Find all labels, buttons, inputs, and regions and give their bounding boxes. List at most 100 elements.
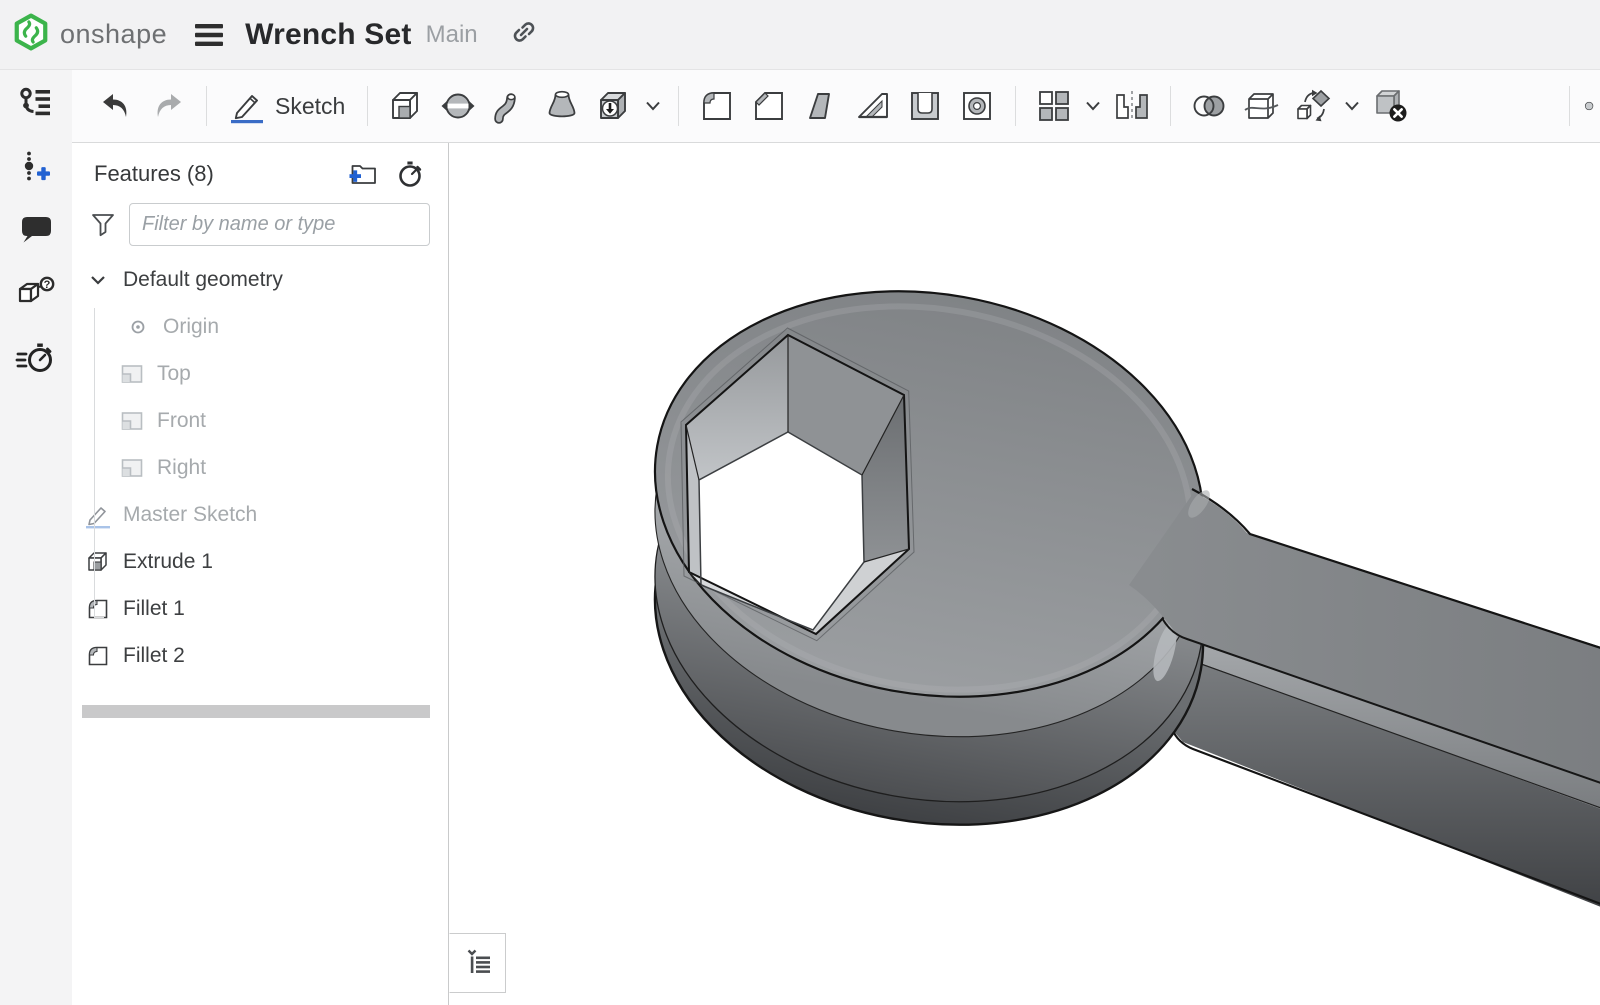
shell-button[interactable] [905,86,945,126]
learning-tab[interactable]: ? [14,273,58,315]
left-sidebar: ? [0,70,72,1005]
fillet-icon [84,643,112,669]
pattern-dropdown-button[interactable] [1082,86,1104,126]
tree-item-fillet-2[interactable]: Fillet 2 [72,632,448,679]
sweep-button[interactable] [490,86,530,126]
toolbar-separator [1569,86,1570,126]
delete-part-button[interactable] [1371,86,1411,126]
chevron-down-icon [645,100,661,112]
boss-dropdown-button[interactable] [642,86,664,126]
filter-input[interactable] [129,203,430,246]
draft-button[interactable] [801,86,841,126]
tree-item-default-geometry[interactable]: Default geometry [72,256,448,303]
linear-pattern-icon [1034,86,1074,126]
import-derived-button[interactable] [594,86,634,126]
fillet-button[interactable] [697,86,737,126]
sketch-button[interactable]: Sketch [229,88,345,124]
svg-text:?: ? [44,279,51,291]
extrude-icon [84,549,112,575]
shell-icon [905,86,945,126]
workspace-branch[interactable]: Main [426,21,478,49]
mirror-button[interactable] [1112,86,1152,126]
split-button[interactable] [1241,86,1281,126]
revolve-icon [438,86,478,126]
toolbar-separator [678,86,679,126]
derived-part-icon [594,86,634,126]
chamfer-button[interactable] [749,86,789,126]
features-panel-header: Features (8) [72,143,448,197]
tree-item-label: Fillet 2 [123,644,185,668]
chevron-down-icon [84,270,112,290]
rib-icon [853,86,893,126]
sketch-icon [84,501,112,529]
workarea: Features (8) [72,143,1600,1005]
tree-item-label: Fillet 1 [123,597,185,621]
feature-toolbar: Sketch [72,70,1600,143]
cube-question-icon: ? [14,273,58,315]
filter-button[interactable] [86,210,120,240]
chamfer-icon [749,86,789,126]
transform-button[interactable] [1293,86,1333,126]
transform-icon [1293,86,1333,126]
fillet-icon [697,86,737,126]
tree-item-label: Origin [163,315,219,339]
sketch-label: Sketch [275,93,345,120]
insert-version-tab[interactable] [14,147,58,189]
chevron-down-icon [1085,100,1101,112]
split-icon [1241,86,1281,126]
features-title: Features (8) [94,161,332,187]
document-title[interactable]: Wrench Set [245,18,412,52]
link-icon [508,16,540,48]
transform-dropdown-button[interactable] [1341,86,1363,126]
linear-pattern-button[interactable] [1034,86,1074,126]
hamburger-icon [193,21,225,49]
hole-icon [957,86,997,126]
tree-item-origin[interactable]: Origin [72,303,448,350]
add-folder-icon [348,161,378,187]
share-link-button[interactable] [508,16,540,53]
rollback-bar[interactable] [82,705,430,718]
boolean-button[interactable] [1189,86,1229,126]
document-menu-button[interactable] [193,21,225,49]
collapse-list-icon [460,945,496,981]
tree-item-label: Top [157,362,191,386]
feature-list-tab[interactable] [14,84,58,126]
feature-tree: Default geometry Origin [72,256,448,718]
toolbar-separator [1170,86,1171,126]
comments-tab[interactable] [14,210,58,252]
origin-icon [124,316,152,338]
tree-item-label: Default geometry [123,268,283,292]
undo-button[interactable] [96,86,136,126]
clipped-toolbar-button[interactable] [1580,86,1594,126]
feature-list-icon [16,85,56,125]
feature-timer-button[interactable] [394,159,428,189]
tree-item-front-plane[interactable]: Front [72,397,448,444]
tree-item-master-sketch[interactable]: Master Sketch [72,491,448,538]
extrude-button[interactable] [386,86,426,126]
toolbar-separator [206,86,207,126]
performance-tab[interactable] [14,336,58,378]
tree-item-label: Extrude 1 [123,550,213,574]
toolbar-separator [1015,86,1016,126]
filter-row [72,197,448,256]
clipped-icon [1580,86,1594,126]
tree-item-fillet-1[interactable]: Fillet 1 [72,585,448,632]
rib-button[interactable] [853,86,893,126]
loft-icon [542,86,582,126]
loft-button[interactable] [542,86,582,126]
model-viewport[interactable] [449,143,1600,1005]
app-header: onshape Wrench Set Main [0,0,1600,70]
tree-item-label: Right [157,456,206,480]
collapse-panel-button[interactable] [449,933,506,993]
extrude-icon [386,86,426,126]
redo-button[interactable] [148,86,188,126]
tree-item-right-plane[interactable]: Right [72,444,448,491]
tree-item-extrude-1[interactable]: Extrude 1 [72,538,448,585]
revolve-button[interactable] [438,86,478,126]
hole-button[interactable] [957,86,997,126]
boolean-icon [1189,86,1229,126]
comment-icon [16,211,56,251]
tree-item-label: Front [157,409,206,433]
add-folder-button[interactable] [346,159,380,189]
tree-item-top-plane[interactable]: Top [72,350,448,397]
